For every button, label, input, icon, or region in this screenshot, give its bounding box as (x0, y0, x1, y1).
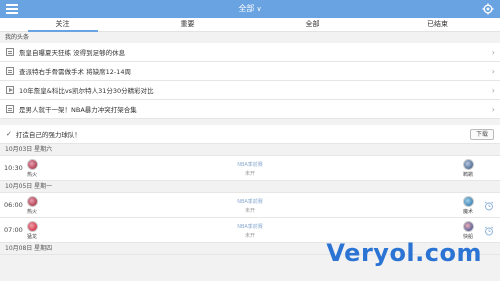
doc-icon (6, 105, 14, 113)
news-item[interactable]: 查派特右手骨需做手术 将缺席12-14周 › (0, 62, 500, 81)
gear-icon[interactable] (482, 3, 494, 15)
play-icon (6, 86, 14, 94)
away-team: 鹈鹕 (456, 159, 480, 178)
game-info: NBA季前赛 未开 (0, 198, 500, 214)
game-status: 未开 (244, 233, 255, 239)
checkmark-icon: ✓ (6, 130, 12, 138)
tab-following[interactable]: 关注 (0, 18, 125, 32)
tab-important[interactable]: 重要 (125, 18, 250, 31)
game-info: NBA季前赛 未开 (0, 223, 500, 239)
news-item[interactable]: 詹皇自曝夏天狂练 没得到足够的休息 › (0, 43, 500, 62)
news-title: 詹皇自曝夏天狂练 没得到足够的休息 (19, 49, 126, 57)
team-logo-icon (462, 159, 474, 170)
away-team: 魔术 (456, 196, 480, 215)
news-title: 10年詹皇&科比vs凯尔特人31分30分精彩对比 (19, 87, 154, 95)
alarm-clock-icon[interactable] (484, 201, 494, 211)
team-logo-icon (462, 196, 474, 207)
news-item[interactable]: 10年詹皇&科比vs凯尔特人31分30分精彩对比 › (0, 81, 500, 100)
watermark: Veryol.com (326, 239, 482, 267)
doc-icon (6, 67, 14, 75)
news-title: 查派特右手骨需做手术 将缺席12-14周 (19, 68, 131, 76)
app-screen: 全部 ∨ 关注 重要 全部 已结束 我的头条 詹皇自曝夏天狂练 没得到足够的休息 … (0, 0, 500, 281)
game-row[interactable]: 06:00 热火 NBA季前赛 未开 魔术 (0, 193, 500, 218)
top-bar: 全部 ∨ (0, 0, 500, 18)
download-button[interactable]: 下载 (470, 129, 494, 140)
filter-title: 全部 (238, 4, 255, 13)
league-label: NBA季前赛 (237, 162, 263, 168)
chevron-right-icon: › (491, 67, 495, 76)
date-header: 10月03日 星期六 (0, 144, 500, 156)
chevron-right-icon: › (491, 86, 495, 95)
team-logo-icon (462, 221, 474, 232)
league-label: NBA季前赛 (237, 199, 263, 205)
chevron-right-icon: › (491, 105, 495, 114)
chevron-right-icon: › (491, 48, 495, 57)
team-name: 魔术 (462, 209, 473, 215)
headlines-title: 我的头条 (0, 32, 500, 43)
chevron-down-icon: ∨ (256, 5, 262, 13)
filter-dropdown[interactable]: 全部 ∨ (0, 3, 500, 14)
game-info: NBA季前赛 未开 (0, 161, 500, 177)
game-status: 未开 (244, 171, 255, 177)
tab-bar: 关注 重要 全部 已结束 (0, 18, 500, 32)
team-promo-text: 打造自己的强力球队！ (15, 131, 81, 139)
news-item[interactable]: 是男人就干一架！NBA暴力冲突打架合集 › (0, 100, 500, 119)
doc-icon (6, 48, 14, 56)
date-header: 10月05日 星期一 (0, 181, 500, 193)
news-title: 是男人就干一架！NBA暴力冲突打架合集 (19, 106, 137, 114)
away-team: 快船 (456, 221, 480, 240)
game-row[interactable]: 10:30 热火 NBA季前赛 未开 鹈鹕 (0, 156, 500, 181)
game-status: 未开 (244, 208, 255, 214)
team-name: 鹈鹕 (462, 172, 473, 178)
league-label: NBA季前赛 (237, 224, 263, 230)
tab-finished[interactable]: 已结束 (375, 18, 500, 31)
alarm-clock-icon[interactable] (484, 226, 494, 236)
tab-all[interactable]: 全部 (250, 18, 375, 31)
team-promo-row: ✓ 打造自己的强力球队！ 下载 (0, 125, 500, 144)
